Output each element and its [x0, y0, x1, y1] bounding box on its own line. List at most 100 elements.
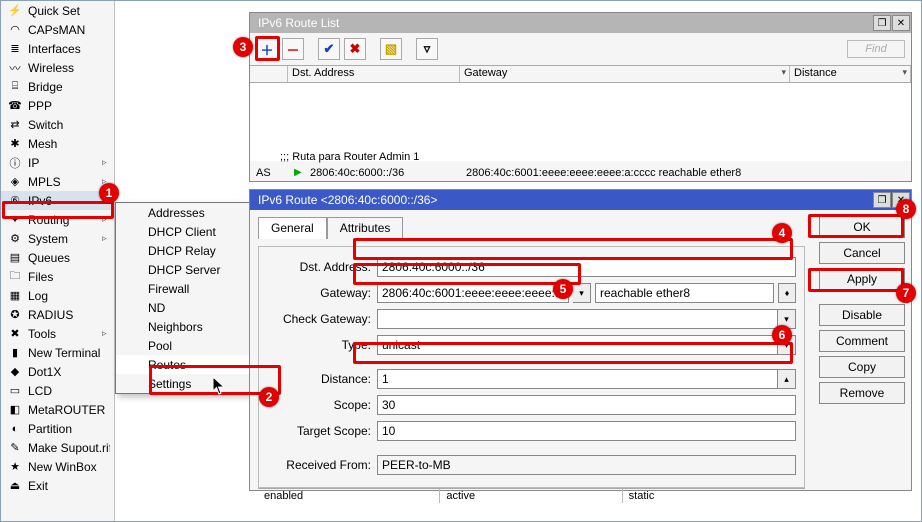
distance-input[interactable]: 1	[377, 369, 778, 389]
sidebar-item-tools[interactable]: ✖Tools▹	[1, 324, 114, 343]
route-list-toolbar: ＋ － ✔ ✖ ▧ ▿ Find	[250, 33, 911, 65]
col-gateway[interactable]: Gateway	[460, 66, 790, 82]
close-icon[interactable]: ✕	[892, 15, 910, 31]
sidebar-icon: ◐	[7, 421, 23, 437]
sidebar-item-metarouter[interactable]: ◧MetaROUTER	[1, 400, 114, 419]
sidebar-icon: ⏏	[7, 478, 23, 494]
distance-up-icon[interactable]: ▴	[778, 369, 796, 389]
sidebar-item-ip[interactable]: ⓘIP▹	[1, 153, 114, 172]
sidebar-item-log[interactable]: ▦Log	[1, 286, 114, 305]
sidebar-item-make-supout-rif[interactable]: ✎Make Supout.rif	[1, 438, 114, 457]
chevron-right-icon: ▹	[102, 214, 110, 225]
sidebar-icon: ⓘ	[7, 155, 23, 171]
remove-button[interactable]: Remove	[819, 382, 905, 404]
cursor-icon	[213, 377, 225, 395]
annotation-badge-6: 6	[772, 325, 792, 345]
sidebar-item-interfaces[interactable]: ≣Interfaces	[1, 39, 114, 58]
window-restore-icon[interactable]: ❐	[873, 192, 891, 208]
annotation-badge-2: 2	[259, 387, 279, 407]
sidebar-item-queues[interactable]: ▤Queues	[1, 248, 114, 267]
sidebar-icon: ⌸	[7, 79, 23, 95]
check-gateway-input[interactable]	[377, 309, 778, 329]
sidebar-item-label: Wireless	[28, 61, 110, 75]
apply-button[interactable]: Apply	[819, 268, 905, 290]
play-icon: ▶	[294, 167, 310, 178]
sidebar-item-mesh[interactable]: ✱Mesh	[1, 134, 114, 153]
annotation-badge-5: 5	[553, 279, 573, 299]
window-restore-icon[interactable]: ❐	[873, 15, 891, 31]
col-distance[interactable]: Distance	[790, 66, 911, 82]
sidebar-item-routing[interactable]: ✦Routing▹	[1, 210, 114, 229]
sidebar-item-wireless[interactable]: 〰 Wireless	[1, 58, 114, 77]
annotation-badge-4: 4	[772, 223, 792, 243]
add-button[interactable]: ＋	[256, 38, 278, 60]
tab-general[interactable]: General	[258, 217, 327, 239]
sidebar-item-label: Switch	[28, 118, 110, 132]
route-table-header: Dst. Address Gateway Distance	[250, 65, 911, 83]
sidebar-item-new-terminal[interactable]: ▮New Terminal	[1, 343, 114, 362]
find-input[interactable]: Find	[847, 40, 905, 58]
sidebar-icon: ⚙	[7, 231, 23, 247]
col-dst[interactable]: Dst. Address	[288, 66, 460, 82]
sidebar-item-label: New WinBox	[28, 460, 110, 474]
annotation-badge-7: 7	[896, 283, 916, 303]
sidebar-icon: ⇄	[7, 117, 23, 133]
disable-button[interactable]: Disable	[819, 304, 905, 326]
sidebar-item-label: LCD	[28, 384, 110, 398]
sidebar-item-dot1x[interactable]: ◆ Dot1X	[1, 362, 114, 381]
comment-button[interactable]: ▧	[380, 38, 402, 60]
sidebar-item-ipv6[interactable]: ⑥IPv6▹	[1, 191, 114, 210]
label-scope: Scope:	[267, 398, 377, 412]
status-bar: enabled active static	[258, 488, 805, 503]
route-row[interactable]: AS ▶ 2806:40c:6000::/36 2806:40c:6001:ee…	[256, 165, 905, 180]
sidebar-item-label: Dot1X	[28, 365, 110, 379]
sidebar-item-bridge[interactable]: ⌸Bridge	[1, 77, 114, 96]
label-type: Type:	[267, 338, 377, 352]
comment-button[interactable]: Comment	[819, 330, 905, 352]
sidebar-item-label: Partition	[28, 422, 110, 436]
sidebar-item-switch[interactable]: ⇄ Switch	[1, 115, 114, 134]
tab-attributes[interactable]: Attributes	[327, 217, 404, 239]
annotation-badge-1: 1	[99, 183, 119, 203]
sidebar-item-system[interactable]: ⚙System▹	[1, 229, 114, 248]
sidebar-item-label: MPLS	[28, 175, 97, 189]
sidebar-item-label: Mesh	[28, 137, 110, 151]
col-flag[interactable]	[250, 66, 288, 82]
sidebar-icon: 〰	[7, 60, 23, 76]
sidebar-item-capsman[interactable]: ◠CAPsMAN	[1, 20, 114, 39]
gateway-input[interactable]: 2806:40c:6001:eeee:eeee:eeee:a:c	[377, 283, 569, 303]
sidebar-icon: ▮	[7, 345, 23, 361]
ok-button[interactable]: OK	[819, 216, 905, 238]
gateway-dropdown-icon[interactable]: ▾	[573, 283, 591, 303]
sidebar-item-radius[interactable]: ✪RADIUS	[1, 305, 114, 324]
type-input[interactable]: unicast	[377, 335, 778, 355]
sidebar-item-partition[interactable]: ◐ Partition	[1, 419, 114, 438]
sidebar-item-mpls[interactable]: ◈MPLS▹	[1, 172, 114, 191]
sidebar-icon: ◆	[7, 364, 23, 380]
sidebar-item-lcd[interactable]: ▭LCD	[1, 381, 114, 400]
sidebar-item-label: Tools	[28, 327, 97, 341]
target-scope-input[interactable]: 10	[377, 421, 796, 441]
sidebar-item-label: CAPsMAN	[28, 23, 110, 37]
disable-button[interactable]: ✖	[344, 38, 366, 60]
copy-button[interactable]: Copy	[819, 356, 905, 378]
status-static: static	[623, 489, 805, 503]
dst-address-input[interactable]: 2806:40c:6000::/36	[377, 257, 796, 277]
sidebar-item-exit[interactable]: ⏏ Exit	[1, 476, 114, 495]
sidebar-item-files[interactable]: 🗀Files	[1, 267, 114, 286]
sidebar-item-label: Exit	[28, 479, 110, 493]
gateway-updown-icon[interactable]: ♦	[778, 283, 796, 303]
chevron-right-icon: ▹	[102, 328, 110, 339]
scope-input[interactable]: 30	[377, 395, 796, 415]
annotation-badge-8: 8	[896, 199, 916, 219]
label-distance: Distance:	[267, 372, 377, 386]
sidebar-item-new-winbox[interactable]: ★New WinBox	[1, 457, 114, 476]
editor-buttons: OK Cancel Apply Disable Comment Copy Rem…	[813, 210, 911, 490]
sidebar-item-ppp[interactable]: ☎PPP	[1, 96, 114, 115]
label-dst: Dst. Address:	[267, 260, 377, 274]
enable-button[interactable]: ✔	[318, 38, 340, 60]
filter-button[interactable]: ▿	[416, 38, 438, 60]
remove-button[interactable]: －	[282, 38, 304, 60]
sidebar-item-quick-set[interactable]: ⚡Quick Set	[1, 1, 114, 20]
cancel-button[interactable]: Cancel	[819, 242, 905, 264]
